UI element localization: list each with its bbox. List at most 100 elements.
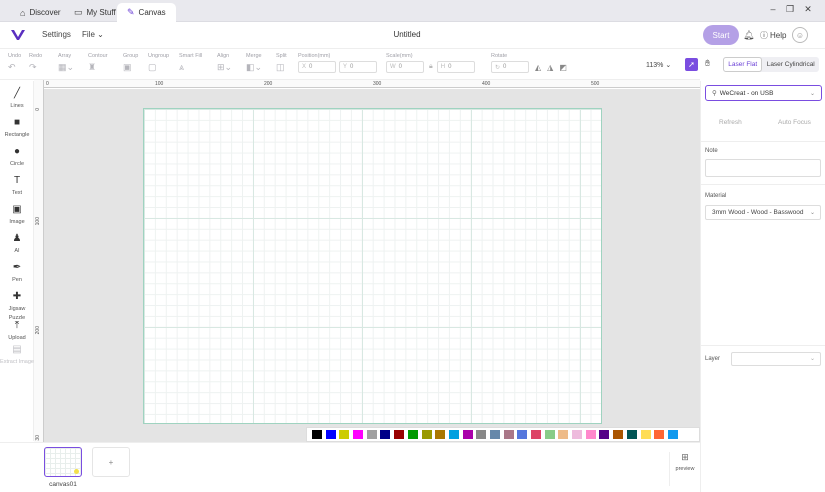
color-swatch[interactable] xyxy=(339,430,350,439)
color-swatch[interactable] xyxy=(448,430,459,439)
add-canvas-button[interactable]: + xyxy=(92,447,130,477)
tool-upload[interactable]: ⤒ Upload xyxy=(0,320,34,343)
note-input[interactable] xyxy=(705,159,821,177)
smart-fill-icon: ⩓ xyxy=(179,62,185,72)
ruler-tick-label: 0 xyxy=(35,108,41,111)
merge-button[interactable]: Merge ◧⌄ xyxy=(246,53,262,73)
divider xyxy=(701,345,825,346)
material-select[interactable]: 3mm Wood - Wood - Basswood ⌄ xyxy=(705,205,821,220)
minimize-icon[interactable]: – xyxy=(766,4,780,14)
color-swatch[interactable] xyxy=(407,430,418,439)
color-swatch[interactable] xyxy=(599,430,610,439)
color-swatch[interactable] xyxy=(517,430,528,439)
flip-horizontal-icon[interactable]: ◭ xyxy=(535,63,541,72)
thumbnail-indicator xyxy=(74,469,79,474)
ungroup-button[interactable]: Ungroup ▢ xyxy=(148,53,169,73)
position-group: Position(mm) X0 Y0 xyxy=(298,53,380,73)
left-tool-panel: ╱ Lines ■ Rectangle ● Circle T Text ▣ Image ♟ AI ✒ Pe… xyxy=(0,81,34,441)
lock-icon[interactable]: 🔒︎ xyxy=(429,63,433,71)
bell-icon[interactable]: 🔔︎ xyxy=(743,30,754,41)
color-swatch[interactable] xyxy=(531,430,541,439)
tool-lines[interactable]: ╱ Lines xyxy=(0,88,34,111)
hand-tool-icon[interactable]: ✋︎ xyxy=(705,58,710,69)
redo-group[interactable]: Redo ↷ xyxy=(29,53,42,73)
position-y-input[interactable]: Y0 xyxy=(339,61,377,73)
auto-focus-button[interactable]: Auto Focus xyxy=(778,119,811,126)
ai-icon: ♟ xyxy=(12,233,22,244)
rotate-icon: ↻ xyxy=(495,64,501,71)
color-swatch[interactable] xyxy=(435,430,446,439)
group-button[interactable]: Group ▣ xyxy=(123,53,138,73)
canvas-grid[interactable] xyxy=(143,108,602,424)
color-swatch[interactable] xyxy=(544,430,555,439)
tool-circle[interactable]: ● Circle xyxy=(0,146,34,169)
maximize-icon[interactable]: ❐ xyxy=(783,4,797,15)
flip-vertical-icon[interactable]: ◮ xyxy=(547,63,553,72)
tab-laser-flat[interactable]: Laser Flat xyxy=(723,57,763,72)
start-button[interactable]: Start xyxy=(703,25,739,45)
color-swatch[interactable] xyxy=(312,430,322,439)
divider xyxy=(701,141,825,142)
color-swatch[interactable] xyxy=(572,430,583,439)
refresh-button[interactable]: Refresh xyxy=(719,119,742,126)
pen-icon: ✎ xyxy=(127,7,135,17)
color-swatch[interactable] xyxy=(503,430,514,439)
array-button[interactable]: Array ▦⌄ xyxy=(58,53,74,73)
scale-w-value: 0 xyxy=(398,64,403,70)
scale-h-input[interactable]: H0 xyxy=(436,61,475,73)
merge-icon: ◧⌄ xyxy=(246,62,263,72)
tab-laser-cylindrical[interactable]: Laser Cylindrical xyxy=(762,57,819,72)
tab-discover[interactable]: ⌂ Discover xyxy=(10,3,71,22)
color-swatch[interactable] xyxy=(366,430,377,439)
device-select[interactable]: ⚲ WeCreat - on USB ⌄ xyxy=(705,85,822,101)
color-swatch[interactable] xyxy=(654,430,665,439)
tool-rectangle[interactable]: ■ Rectangle xyxy=(0,117,34,140)
select-tool-icon[interactable]: ➚ xyxy=(685,58,698,71)
color-swatch[interactable] xyxy=(380,430,391,439)
file-menu[interactable]: File ⌄ xyxy=(82,30,104,39)
ruler-tick-label: 200 xyxy=(264,81,273,87)
smart-fill-button[interactable]: Smart Fill ⩓ xyxy=(179,53,202,73)
settings-menu[interactable]: Settings xyxy=(42,30,71,39)
tool-jigsaw-puzzle[interactable]: ✚ Jigsaw Puzzle xyxy=(0,291,34,323)
avatar[interactable]: ☺ xyxy=(792,27,808,43)
color-swatch[interactable] xyxy=(489,430,500,439)
close-icon[interactable]: ✕ xyxy=(801,4,815,15)
group-icon: ▣ xyxy=(123,62,132,72)
position-x-input[interactable]: X0 xyxy=(298,61,336,73)
color-swatch[interactable] xyxy=(394,430,405,439)
scale-w-input[interactable]: W0 xyxy=(386,61,424,73)
horizontal-ruler: 0 100 200 300 400 500 xyxy=(44,80,700,88)
color-swatch[interactable] xyxy=(476,430,487,439)
preview-label: preview xyxy=(675,466,695,472)
right-settings-panel xyxy=(700,81,825,492)
help-button[interactable]: ⓘ Help xyxy=(760,30,786,41)
color-swatch[interactable] xyxy=(626,430,637,439)
color-swatch[interactable] xyxy=(640,430,651,439)
color-swatch[interactable] xyxy=(421,430,432,439)
layer-select[interactable]: ⌄ xyxy=(731,352,821,366)
ruler-tick-label: 0 xyxy=(46,81,49,87)
zoom-select[interactable]: 113% ⌄ xyxy=(646,61,671,69)
distribute-icon[interactable]: ◩ xyxy=(559,63,567,72)
undo-group[interactable]: Undo ↶ xyxy=(8,53,21,73)
tool-pen[interactable]: ✒ Pen xyxy=(0,262,34,285)
color-swatch[interactable] xyxy=(613,430,624,439)
ruler-tick-label: 500 xyxy=(591,81,600,87)
contour-button[interactable]: Contour ♜ xyxy=(88,53,108,73)
tab-canvas[interactable]: ✎ Canvas xyxy=(117,3,176,22)
color-swatch[interactable] xyxy=(353,430,364,439)
color-swatch[interactable] xyxy=(667,430,678,439)
tool-ai[interactable]: ♟ AI xyxy=(0,233,34,256)
split-button[interactable]: Split ◫ xyxy=(276,53,287,73)
align-button[interactable]: Align ⊞⌄ xyxy=(217,53,232,73)
color-swatch[interactable] xyxy=(585,430,596,439)
material-value: 3mm Wood - Wood - Basswood xyxy=(712,209,804,216)
color-swatch[interactable] xyxy=(462,430,473,439)
preview-button[interactable]: ⊞ preview xyxy=(669,452,700,486)
rotate-input[interactable]: ↻ 0 xyxy=(491,61,529,73)
color-swatch[interactable] xyxy=(558,430,569,439)
tool-text[interactable]: T Text xyxy=(0,175,34,198)
color-swatch[interactable] xyxy=(325,430,336,439)
tool-image[interactable]: ▣ Image xyxy=(0,204,34,227)
